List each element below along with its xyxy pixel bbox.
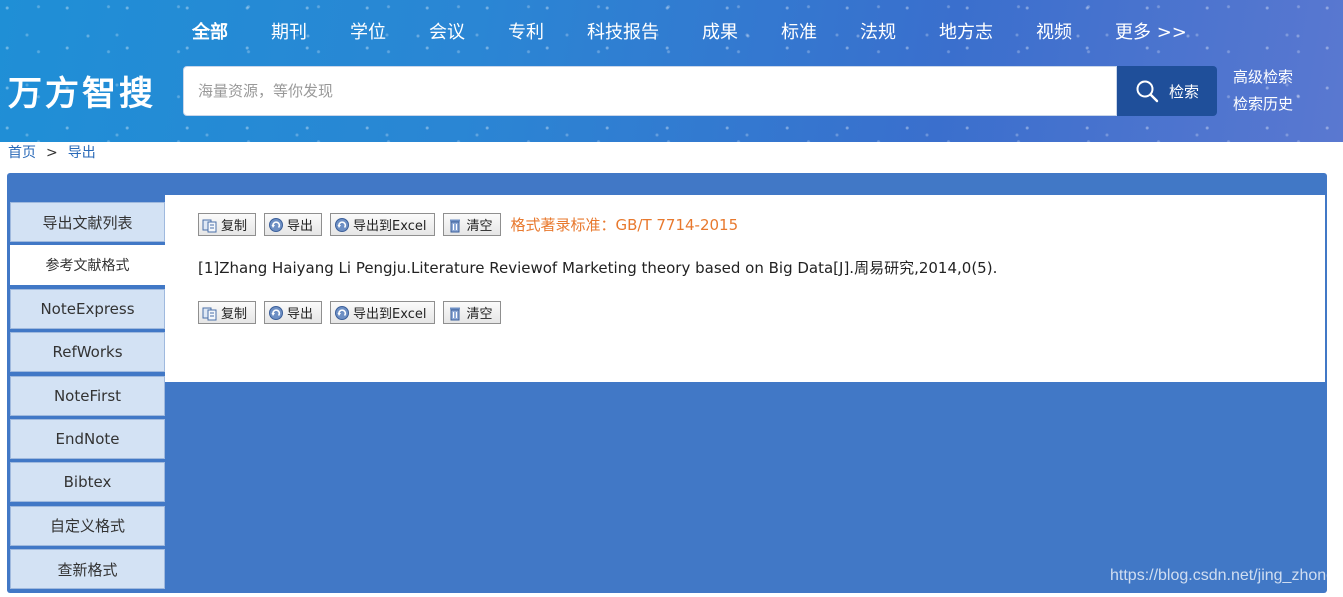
clear-button-label: 清空 <box>466 219 493 234</box>
tab-custom-format[interactable]: 自定义格式 <box>10 505 165 546</box>
advanced-search-link[interactable]: 高级检索 <box>1233 64 1293 91</box>
export-button[interactable]: 导出 <box>264 213 323 236</box>
breadcrumb-separator: > <box>46 145 58 161</box>
nav-item-degrees[interactable]: 学位 <box>350 20 386 46</box>
nav-item-tech-reports[interactable]: 科技报告 <box>587 20 659 46</box>
nav-item-achievements[interactable]: 成果 <box>702 20 738 46</box>
site-logo[interactable]: 万方智搜 <box>8 66 156 115</box>
search-icon <box>1136 80 1159 103</box>
export-content: 复制 导出 导出到Excel 清空 格式著录标准：GB/T 7714-2015 … <box>165 195 1325 382</box>
export-button-label: 导出 <box>287 307 314 322</box>
search-button-label: 检索 <box>1168 82 1199 101</box>
export-format-sidebar: 导出文献列表 参考文献格式 NoteExpress RefWorks NoteF… <box>10 202 165 593</box>
copy-icon <box>202 307 217 320</box>
breadcrumb-home-link[interactable]: 首页 <box>8 143 36 163</box>
top-nav: 全部 期刊 学位 会议 专利 科技报告 成果 标准 法规 地方志 视频 更多 >… <box>192 20 1230 46</box>
nav-item-more[interactable]: 更多 >> <box>1115 20 1187 46</box>
nav-item-standards[interactable]: 标准 <box>781 20 817 46</box>
tab-endnote[interactable]: EndNote <box>10 418 165 459</box>
breadcrumb-current[interactable]: 导出 <box>68 143 96 163</box>
tab-export-list[interactable]: 导出文献列表 <box>10 202 165 242</box>
export-icon <box>269 217 284 232</box>
export-excel-button[interactable]: 导出到Excel <box>330 213 436 236</box>
nav-item-all[interactable]: 全部 <box>192 20 228 46</box>
nav-item-videos[interactable]: 视频 <box>1036 20 1072 46</box>
export-excel-button-label: 导出到Excel <box>353 219 427 234</box>
tab-refworks[interactable]: RefWorks <box>10 332 165 373</box>
export-icon <box>335 305 350 320</box>
tab-noteexpress[interactable]: NoteExpress <box>10 288 165 329</box>
clear-button[interactable]: 清空 <box>443 301 502 324</box>
nav-item-regulations[interactable]: 法规 <box>860 20 896 46</box>
trash-icon <box>450 307 461 320</box>
citation-text: [1]Zhang Haiyang Li Pengju.Literature Re… <box>198 259 998 277</box>
search-button[interactable]: 检索 <box>1117 66 1217 116</box>
copy-icon <box>202 219 217 232</box>
export-excel-button-label: 导出到Excel <box>353 307 427 322</box>
copy-button[interactable]: 复制 <box>198 301 257 324</box>
nav-item-journals[interactable]: 期刊 <box>271 20 307 46</box>
watermark: https://blog.csdn.net/jing_zhong <box>1110 567 1336 584</box>
search-side-links: 高级检索 检索历史 <box>1233 64 1293 118</box>
tab-novelty-search-format[interactable]: 查新格式 <box>10 549 165 590</box>
export-icon <box>335 217 350 232</box>
search-history-link[interactable]: 检索历史 <box>1233 91 1293 118</box>
export-excel-button[interactable]: 导出到Excel <box>330 301 436 324</box>
tab-bibtex[interactable]: Bibtex <box>10 462 165 503</box>
search-input[interactable] <box>184 67 1116 115</box>
export-icon <box>269 305 284 320</box>
nav-item-local-chronicles[interactable]: 地方志 <box>939 20 993 46</box>
toolbar-top: 复制 导出 导出到Excel 清空 格式著录标准：GB/T 7714-2015 <box>198 213 738 236</box>
toolbar-bottom: 复制 导出 导出到Excel 清空 <box>198 301 509 324</box>
nav-item-patents[interactable]: 专利 <box>508 20 544 46</box>
copy-button[interactable]: 复制 <box>198 213 257 236</box>
breadcrumb: 首页 > 导出 <box>8 143 96 163</box>
export-button[interactable]: 导出 <box>264 301 323 324</box>
clear-button-label: 清空 <box>466 307 493 322</box>
clear-button[interactable]: 清空 <box>443 213 502 236</box>
export-button-label: 导出 <box>287 219 314 234</box>
search-box <box>183 66 1117 116</box>
nav-item-conferences[interactable]: 会议 <box>429 20 465 46</box>
tab-notefirst[interactable]: NoteFirst <box>10 375 165 416</box>
trash-icon <box>450 219 461 232</box>
tab-reference-format[interactable]: 参考文献格式 <box>10 245 165 286</box>
copy-button-label: 复制 <box>221 307 248 322</box>
copy-button-label: 复制 <box>221 219 248 234</box>
format-standard-note: 格式著录标准：GB/T 7714-2015 <box>510 216 739 234</box>
